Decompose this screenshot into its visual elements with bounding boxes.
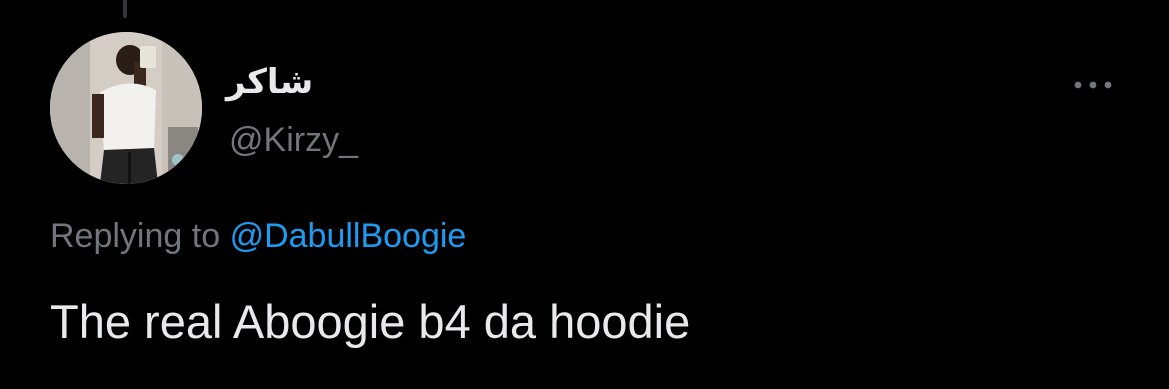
author-display-name[interactable]: شاكر xyxy=(226,62,313,102)
avatar-photo xyxy=(50,32,202,184)
thread-connector-line xyxy=(123,0,127,18)
reply-to-handle-link[interactable]: @DabullBoogie xyxy=(230,217,467,255)
replying-to-line: Replying to @DabullBoogie xyxy=(50,214,466,258)
author-handle[interactable]: @Kirzy_ xyxy=(229,120,358,160)
more-options-button[interactable] xyxy=(1070,70,1116,100)
more-horizontal-icon xyxy=(1074,81,1112,89)
tweet-text: The real Aboogie b4 da hoodie xyxy=(50,295,691,348)
tweet: شاكر @Kirzy_ Replying to @DabullBoogie T… xyxy=(0,0,1169,389)
replying-to-label: Replying to xyxy=(50,217,221,255)
avatar[interactable] xyxy=(50,32,202,184)
